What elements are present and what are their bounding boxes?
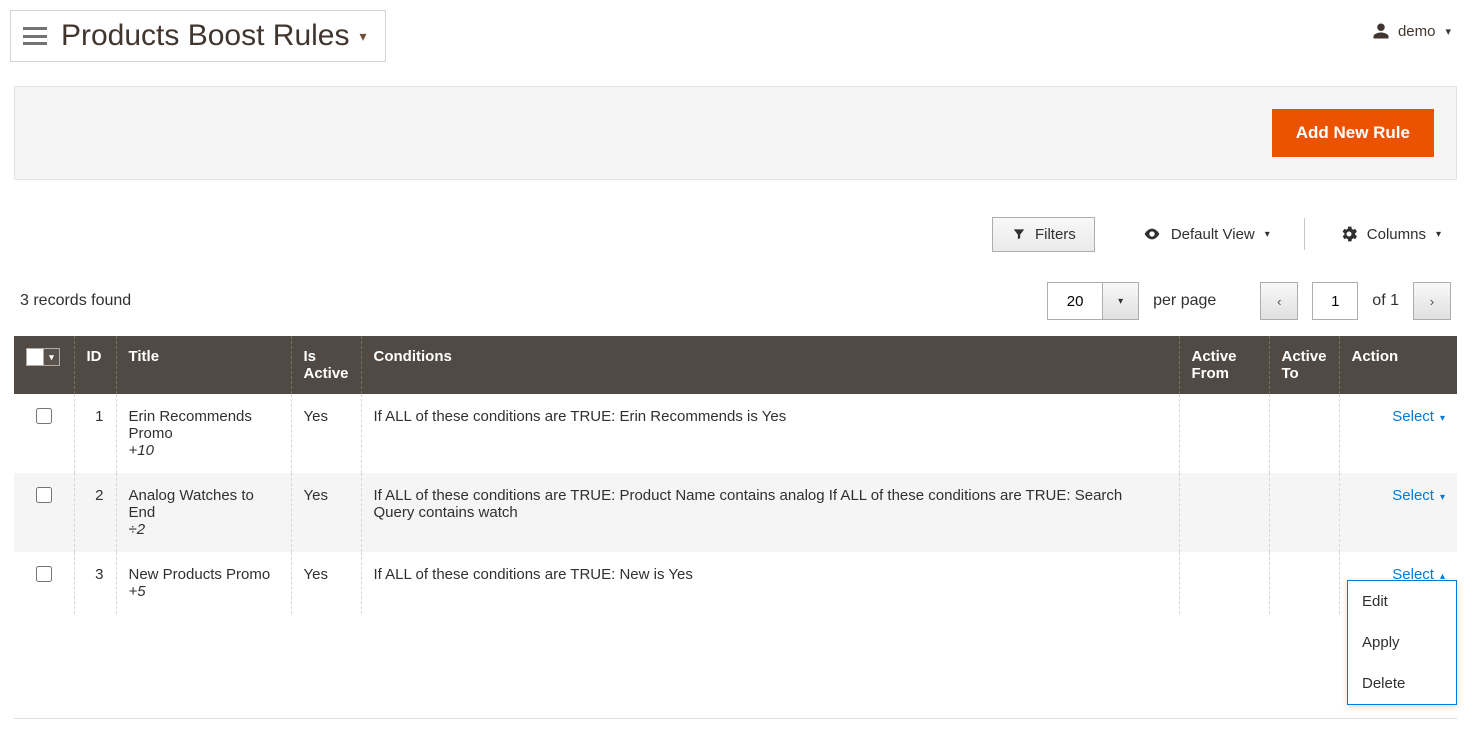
default-view-caret-icon: ▾: [1265, 229, 1270, 240]
header-is-active[interactable]: Is Active: [291, 336, 361, 394]
records-found: 3 records found: [20, 292, 131, 310]
action-apply[interactable]: Apply: [1348, 622, 1456, 663]
row-checkbox[interactable]: [36, 408, 52, 424]
default-view-button[interactable]: Default View ▾: [1125, 216, 1286, 253]
cell-title: Analog Watches to End÷2: [116, 473, 291, 552]
title-caret-icon[interactable]: ▾: [359, 28, 366, 45]
action-menu: EditApplyDelete: [1347, 580, 1457, 705]
hamburger-icon[interactable]: [23, 27, 47, 45]
cell-id: 2: [74, 473, 116, 552]
next-page-button[interactable]: ›: [1413, 282, 1451, 320]
page-size: ▾: [1047, 282, 1139, 320]
gear-icon: [1339, 224, 1359, 244]
cell-active-to: [1269, 394, 1339, 473]
chevron-down-icon: ▾: [1440, 413, 1445, 424]
header-checkbox[interactable]: ▾: [14, 336, 74, 394]
user-name: demo: [1398, 23, 1436, 40]
cell-conditions: If ALL of these conditions are TRUE: Pro…: [361, 473, 1179, 552]
page-header: Products Boost Rules ▾ demo ▾: [0, 0, 1471, 62]
columns-caret-icon: ▾: [1436, 229, 1441, 240]
chevron-left-icon: ‹: [1277, 294, 1281, 309]
chevron-down-icon[interactable]: ▾: [44, 348, 60, 366]
cell-active-to: [1269, 552, 1339, 614]
cell-is-active: Yes: [291, 394, 361, 473]
records-row: 3 records found ▾ per page ‹ of 1 ›: [20, 282, 1451, 320]
prev-page-button[interactable]: ‹: [1260, 282, 1298, 320]
cell-conditions: If ALL of these conditions are TRUE: New…: [361, 552, 1179, 614]
toolbar-separator: [1304, 218, 1305, 250]
per-page-label: per page: [1153, 292, 1216, 310]
cell-action: Select▾: [1339, 394, 1457, 473]
rules-table: ▾ ID Title Is Active Conditions Active F…: [14, 336, 1457, 614]
header-action[interactable]: Action: [1339, 336, 1457, 394]
page-title: Products Boost Rules ▾: [61, 19, 367, 53]
action-edit[interactable]: Edit: [1348, 581, 1456, 622]
toolbar: Filters Default View ▾ Columns ▾: [14, 214, 1457, 254]
table-row[interactable]: 3New Products Promo+5YesIf ALL of these …: [14, 552, 1457, 614]
cell-action: Select▴EditApplyDelete: [1339, 552, 1457, 614]
add-new-rule-button[interactable]: Add New Rule: [1272, 109, 1434, 157]
user-menu[interactable]: demo ▾: [1372, 10, 1451, 40]
cell-action: Select▾: [1339, 473, 1457, 552]
cell-active-from: [1179, 394, 1269, 473]
header-active-to[interactable]: Active To: [1269, 336, 1339, 394]
action-delete[interactable]: Delete: [1348, 663, 1456, 704]
header-id[interactable]: ID: [74, 336, 116, 394]
filter-icon: [1011, 227, 1027, 241]
select-action[interactable]: Select▾: [1392, 408, 1445, 425]
eye-icon: [1141, 226, 1163, 242]
select-action[interactable]: Select▾: [1392, 487, 1445, 504]
footer-divider: [14, 718, 1457, 719]
default-view-label: Default View: [1171, 226, 1255, 243]
table-row[interactable]: 2Analog Watches to End÷2YesIf ALL of the…: [14, 473, 1457, 552]
header-conditions[interactable]: Conditions: [361, 336, 1179, 394]
cell-active-from: [1179, 552, 1269, 614]
filters-label: Filters: [1035, 226, 1076, 243]
cell-active-from: [1179, 473, 1269, 552]
cell-id: 1: [74, 394, 116, 473]
columns-label: Columns: [1367, 226, 1426, 243]
columns-button[interactable]: Columns ▾: [1323, 214, 1457, 254]
cell-id: 3: [74, 552, 116, 614]
header-active-from[interactable]: Active From: [1179, 336, 1269, 394]
chevron-down-icon: ▾: [1118, 296, 1123, 307]
page-size-dropdown[interactable]: ▾: [1103, 282, 1139, 320]
user-caret-icon[interactable]: ▾: [1445, 25, 1451, 38]
cell-title: Erin Recommends Promo+10: [116, 394, 291, 473]
cell-is-active: Yes: [291, 552, 361, 614]
table-header-row: ▾ ID Title Is Active Conditions Active F…: [14, 336, 1457, 394]
page-title-text: Products Boost Rules: [61, 19, 349, 53]
cell-active-to: [1269, 473, 1339, 552]
cell-title: New Products Promo+5: [116, 552, 291, 614]
user-icon: [1372, 22, 1390, 40]
chevron-right-icon: ›: [1430, 294, 1434, 309]
page-title-wrap[interactable]: Products Boost Rules ▾: [10, 10, 386, 62]
of-pages: of 1: [1372, 292, 1399, 310]
page-size-input[interactable]: [1047, 282, 1103, 320]
chevron-down-icon: ▾: [1440, 492, 1445, 503]
cell-is-active: Yes: [291, 473, 361, 552]
action-bar: Add New Rule: [14, 86, 1457, 180]
header-title[interactable]: Title: [116, 336, 291, 394]
paging: ▾ per page ‹ of 1 ›: [1047, 282, 1451, 320]
filters-button[interactable]: Filters: [992, 217, 1095, 252]
cell-conditions: If ALL of these conditions are TRUE: Eri…: [361, 394, 1179, 473]
current-page-input[interactable]: [1312, 282, 1358, 320]
row-checkbox[interactable]: [36, 487, 52, 503]
row-checkbox[interactable]: [36, 566, 52, 582]
table-row[interactable]: 1Erin Recommends Promo+10YesIf ALL of th…: [14, 394, 1457, 473]
